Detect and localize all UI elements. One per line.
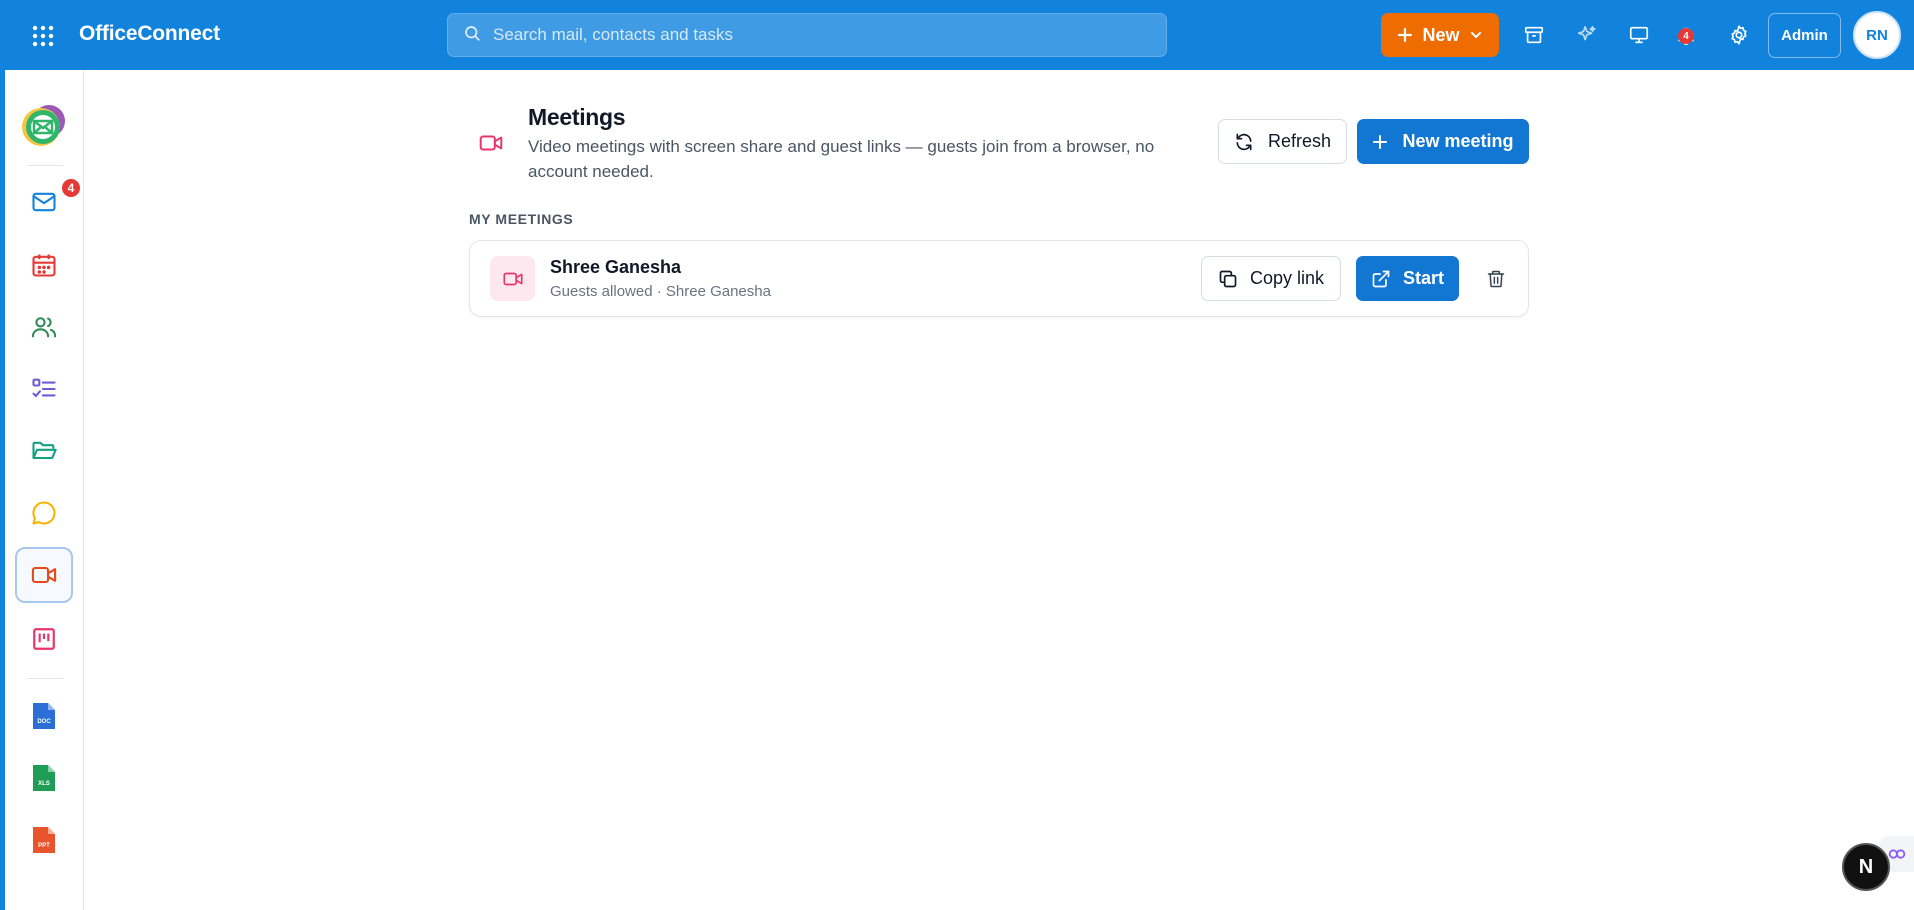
sidebar-item-contacts[interactable] xyxy=(15,299,73,355)
apps-grid-icon[interactable] xyxy=(26,21,60,51)
notification-badge: 4 xyxy=(1678,28,1694,44)
search-icon xyxy=(463,24,481,47)
refresh-icon xyxy=(1236,133,1252,150)
gear-icon[interactable] xyxy=(1726,22,1752,48)
mail-icon xyxy=(32,192,56,212)
start-label: Start xyxy=(1402,268,1444,288)
sidebar-item-tasks[interactable] xyxy=(15,361,73,417)
meeting-subtitle: Guests allowed · Shree Ganesha xyxy=(550,283,771,300)
page-title: Meetings xyxy=(528,104,626,130)
new-meeting-button[interactable]: New meeting xyxy=(1357,119,1529,164)
chevron-down-icon xyxy=(1470,32,1481,38)
sidebar-item-doc[interactable]: DOC xyxy=(15,688,73,744)
copy-link-button[interactable]: Copy link xyxy=(1201,256,1341,301)
sidebar-item-boards[interactable] xyxy=(15,611,73,667)
next-dev-button[interactable]: N xyxy=(1842,843,1890,891)
trash-icon[interactable] xyxy=(1483,266,1509,292)
ppt-file-icon: PPT xyxy=(33,827,55,853)
sidebar-item-files[interactable] xyxy=(15,423,73,479)
sparkle-icon[interactable] xyxy=(1574,22,1600,48)
sidebar-item-mail[interactable]: 4 xyxy=(15,174,82,230)
sidebar-item-chat[interactable] xyxy=(15,485,73,541)
checklist-icon xyxy=(32,378,56,398)
refresh-label: Refresh xyxy=(1267,131,1332,151)
users-icon xyxy=(31,317,57,338)
new-meeting-label: New meeting xyxy=(1402,131,1514,151)
monitor-icon[interactable] xyxy=(1626,22,1652,48)
refresh-button[interactable]: Refresh xyxy=(1218,119,1347,164)
search-input[interactable] xyxy=(493,25,1133,45)
calendar-icon xyxy=(32,254,56,277)
external-link-icon xyxy=(1372,270,1390,287)
xls-file-icon: XLS xyxy=(33,765,55,791)
sidebar-logo[interactable] xyxy=(15,98,73,154)
svg-text:XLS: XLS xyxy=(38,781,50,787)
meeting-title: Shree Ganesha xyxy=(550,257,682,277)
app-name[interactable]: OfficeConnect xyxy=(79,22,220,46)
mail-logo-icon xyxy=(22,105,65,146)
doc-file-icon: DOC xyxy=(33,703,55,729)
new-button-label: New xyxy=(1422,24,1460,45)
start-button[interactable]: Start xyxy=(1356,256,1459,301)
search-box[interactable] xyxy=(447,13,1167,57)
meeting-icon-tile xyxy=(490,256,535,301)
video-icon xyxy=(502,272,523,285)
sidebar-item-meetings[interactable] xyxy=(15,547,73,603)
sidebar-divider xyxy=(27,165,63,166)
plus-icon xyxy=(1373,134,1388,149)
folder-icon xyxy=(32,441,57,460)
archive-icon[interactable] xyxy=(1521,22,1547,48)
svg-text:DOC: DOC xyxy=(37,719,51,725)
section-label: MY MEETINGS xyxy=(469,211,574,227)
sidebar-item-xls[interactable]: XLS xyxy=(15,750,73,806)
page-subtitle: Video meetings with screen share and gue… xyxy=(528,137,1155,181)
mail-badge: 4 xyxy=(60,177,82,199)
board-icon xyxy=(33,628,55,650)
copy-link-label: Copy link xyxy=(1249,268,1325,288)
avatar[interactable]: RN xyxy=(1853,11,1901,59)
new-button[interactable]: New xyxy=(1381,13,1499,57)
sidebar-item-ppt[interactable]: PPT xyxy=(15,812,73,868)
admin-button[interactable]: Admin xyxy=(1768,13,1841,58)
plus-icon xyxy=(1398,27,1413,43)
sidebar-divider-2 xyxy=(27,678,63,679)
svg-text:PPT: PPT xyxy=(38,843,50,849)
video-icon xyxy=(479,135,503,151)
copy-icon xyxy=(1219,270,1237,287)
video-icon xyxy=(31,566,57,584)
meeting-card[interactable]: Shree Ganesha Guests allowed · Shree Gan… xyxy=(469,240,1529,317)
meetings-header-icon xyxy=(478,130,504,161)
sidebar-item-calendar[interactable] xyxy=(15,237,73,293)
app-sidebar: 4 DOC XLS PPT xyxy=(5,70,84,910)
chat-icon xyxy=(32,501,56,525)
